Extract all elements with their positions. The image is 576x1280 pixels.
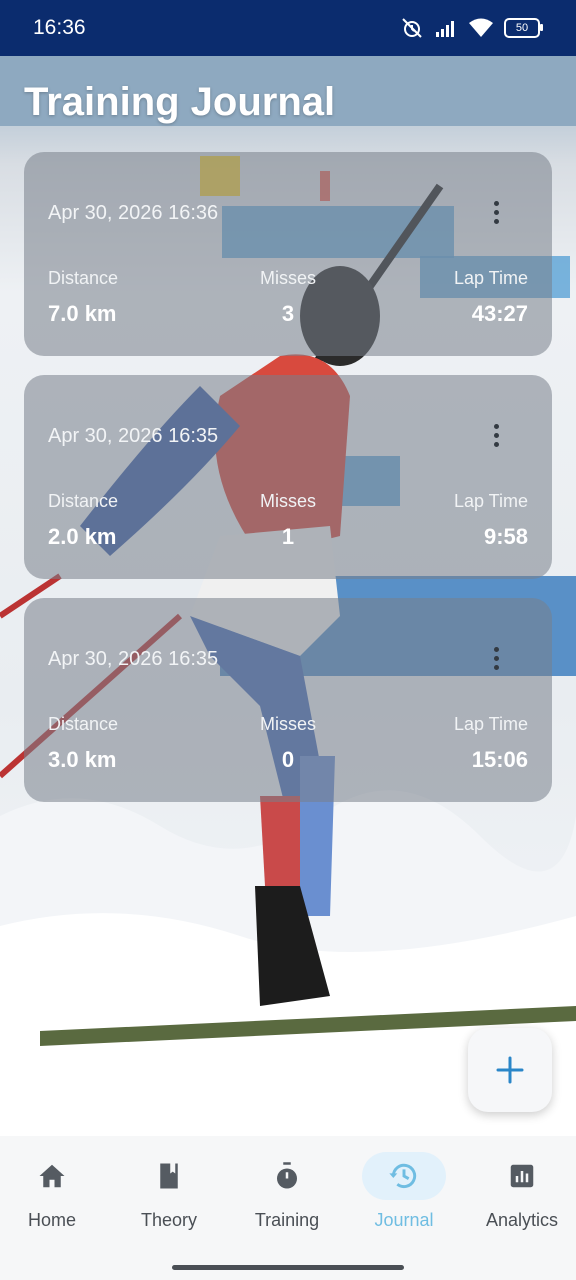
misses-label: Misses — [259, 491, 316, 511]
journal-entry-card[interactable]: Apr 30, 2026 16:35 Distance 2.0 km Misse… — [24, 375, 552, 579]
signal-icon — [436, 21, 454, 37]
book-icon — [160, 1163, 178, 1189]
add-entry-button[interactable] — [468, 1028, 552, 1112]
stopwatch-icon — [277, 1162, 297, 1189]
analytics-icon — [510, 1164, 534, 1188]
more-vert-icon[interactable] — [484, 644, 508, 672]
misses-stat: Misses 1 — [238, 491, 338, 550]
status-time: 16:36 — [33, 16, 86, 39]
alarm-off-icon — [402, 18, 422, 38]
distance-label: Distance — [48, 491, 119, 511]
nav-label: Theory — [140, 1210, 198, 1230]
nav-label: Home — [27, 1210, 76, 1230]
lap-time-label: Lap Time — [453, 268, 528, 288]
nav-label: Analytics — [485, 1210, 559, 1230]
lap-time-label: Lap Time — [453, 491, 528, 511]
nav-item-analytics[interactable]: Analytics — [464, 1152, 576, 1252]
distance-value: 2.0 km — [48, 524, 117, 549]
battery-icon: 50 — [504, 18, 543, 38]
misses-stat: Misses 0 — [238, 714, 338, 773]
wifi-icon — [469, 18, 493, 37]
home-icon — [39, 1164, 65, 1188]
distance-label: Distance — [48, 268, 119, 288]
journal-entry-card[interactable]: Apr 30, 2026 16:35 Distance 3.0 km Misse… — [24, 598, 552, 802]
lap-time-label: Lap Time — [453, 714, 528, 734]
nav-label: Journal — [374, 1210, 434, 1230]
misses-value: 1 — [281, 524, 295, 549]
status-bar: 16:36 50 — [0, 0, 576, 56]
entry-date: Apr 30, 2026 16:36 — [48, 202, 219, 224]
lap-time-stat: Lap Time 9:58 — [454, 491, 528, 550]
history-icon — [389, 1163, 417, 1189]
lap-time-stat: Lap Time 43:27 — [454, 268, 528, 327]
nav-item-training[interactable]: Training — [229, 1152, 345, 1252]
journal-entry-card[interactable]: Apr 30, 2026 16:36 Distance 7.0 km Misse… — [24, 152, 552, 356]
nav-label: Training — [254, 1210, 320, 1230]
distance-stat: Distance 7.0 km — [48, 268, 118, 327]
misses-label: Misses — [259, 714, 316, 734]
page-title: Training Journal — [24, 80, 336, 124]
more-vert-icon[interactable] — [484, 421, 508, 449]
lap-time-value: 43:27 — [471, 301, 528, 326]
home-indicator[interactable] — [172, 1265, 404, 1270]
nav-item-home[interactable]: Home — [0, 1152, 110, 1252]
lap-time-value: 9:58 — [483, 524, 528, 549]
nav-item-journal[interactable]: Journal — [346, 1152, 462, 1252]
misses-label: Misses — [259, 268, 316, 288]
misses-value: 0 — [281, 747, 295, 772]
distance-value: 7.0 km — [48, 301, 117, 326]
distance-label: Distance — [48, 714, 119, 734]
nav-item-theory[interactable]: Theory — [111, 1152, 227, 1252]
misses-stat: Misses 3 — [238, 268, 338, 327]
entry-date: Apr 30, 2026 16:35 — [48, 648, 219, 670]
entry-date: Apr 30, 2026 16:35 — [48, 425, 219, 447]
lap-time-stat: Lap Time 15:06 — [454, 714, 528, 773]
distance-stat: Distance 2.0 km — [48, 491, 118, 550]
lap-time-value: 15:06 — [471, 747, 528, 772]
plus-icon — [496, 1056, 524, 1084]
distance-stat: Distance 3.0 km — [48, 714, 118, 773]
distance-value: 3.0 km — [48, 747, 117, 772]
bottom-navigation: Home Theory Training Journal Analytics — [0, 1136, 576, 1280]
status-icons: 50 — [400, 14, 543, 42]
battery-level: 50 — [515, 22, 529, 34]
misses-value: 3 — [281, 301, 295, 326]
more-vert-icon[interactable] — [484, 198, 508, 226]
